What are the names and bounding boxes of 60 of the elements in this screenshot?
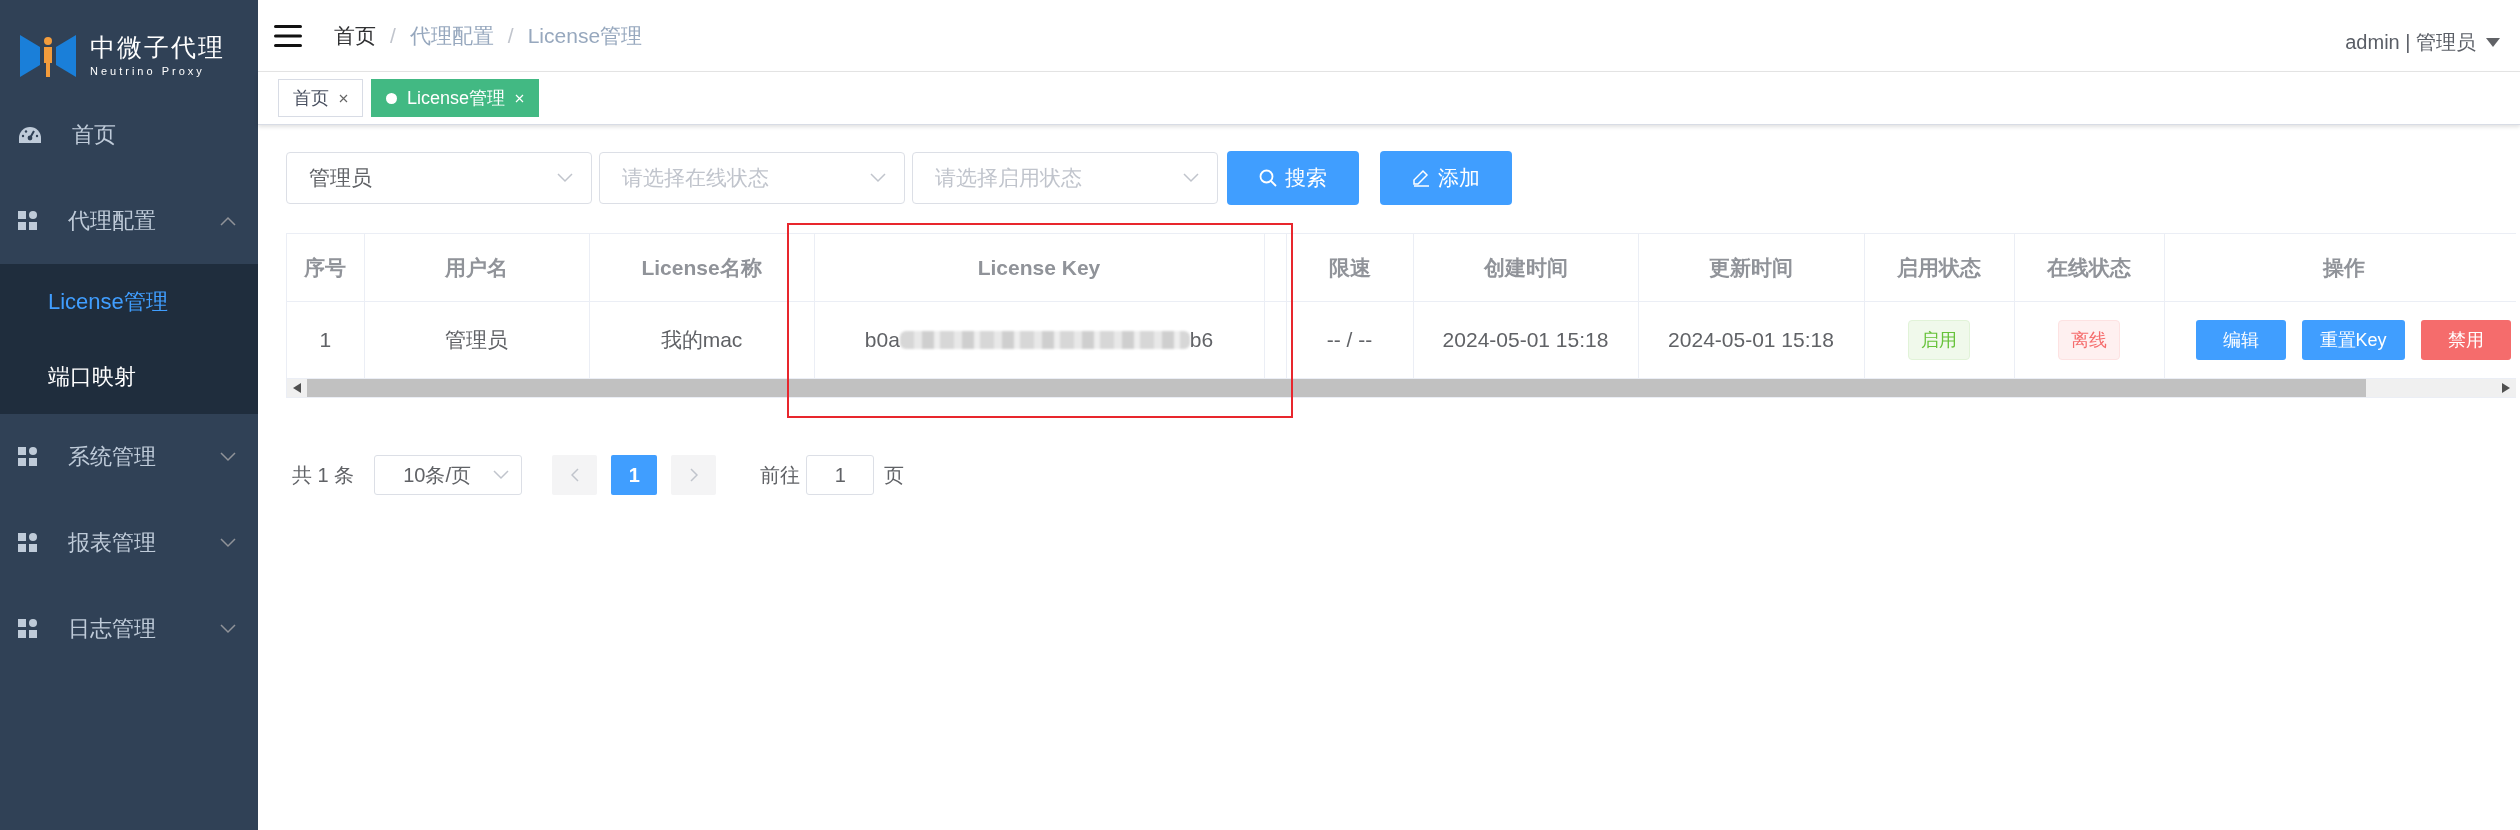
submenu-item[interactable]: 端口映射 [0,339,258,414]
column-header: 在线状态 [2014,234,2164,302]
column-header: License名称 [589,234,814,302]
close-icon [339,93,348,103]
grid-icon [18,211,38,231]
column-header: 用户名 [364,234,589,302]
column-header: 限速 [1286,234,1413,302]
user-menu[interactable]: admin | 管理员 [2345,29,2476,56]
column-header: 序号 [287,234,364,302]
horizontal-scrollbar[interactable] [287,378,2516,397]
menu-item[interactable]: 代理配置 [0,178,258,264]
status-tag: 离线 [2058,320,2120,360]
breadcrumb-item: 代理配置 [409,22,494,49]
grid-icon [18,533,38,553]
page-input[interactable]: 1 [806,455,875,495]
column-header: 更新时间 [1638,234,1864,302]
chevron-down-icon [870,173,886,183]
menu-item[interactable]: 日志管理 [0,586,258,672]
caret-icon [2486,38,2500,47]
submenu-item[interactable]: License管理 [0,264,258,339]
chevron-down-icon [493,470,510,480]
select-field[interactable]: 管理员 [286,152,592,204]
scroll-right-icon [2502,383,2510,393]
column-header: License Key [814,234,1264,302]
column-header: 创建时间 [1413,234,1638,302]
menu-icon[interactable] [274,24,302,47]
grid-icon [18,447,38,467]
page-size-select[interactable]: 10条/页 [374,455,523,495]
logo-subtitle: Neutrino Proxy [90,65,206,77]
next-page-button[interactable] [671,455,717,495]
breadcrumb-item: License管理 [527,22,643,49]
menu-item[interactable]: 系统管理 [0,414,258,500]
menu-item[interactable]: 报表管理 [0,500,258,586]
status-tag: 启用 [1908,320,1970,360]
chevron-down-icon [557,173,573,183]
goto-label: 前往 [760,462,801,488]
chevron-left-icon [570,468,579,482]
gauge-icon [18,126,42,144]
chevron-right-icon [689,468,698,482]
search-icon [1259,169,1277,187]
table-cell: b0a [864,328,900,352]
close-icon [515,93,525,103]
pencil-icon [1412,169,1430,187]
logo-icon [20,33,76,79]
tab[interactable]: 首页 [278,79,363,117]
table-cell: b6 [1189,328,1214,352]
column-header: 启用状态 [1864,234,2014,302]
previous-page-button[interactable] [552,455,598,495]
grid-icon [18,619,38,639]
breadcrumb-separator: / [507,23,514,48]
total-count: 共 1 条 [292,462,355,488]
page-suffix: 页 [884,462,905,488]
chevron-down-icon [1183,173,1199,183]
column-header: 操作 [2164,234,2516,302]
breadcrumb-item[interactable]: 首页 [334,21,376,50]
menu-item[interactable]: 首页 [0,92,258,178]
dot-icon [386,92,397,104]
logo-title: 中微子代理 [90,35,225,60]
breadcrumb-separator: / [390,23,396,48]
scroll-left-icon [293,383,301,393]
